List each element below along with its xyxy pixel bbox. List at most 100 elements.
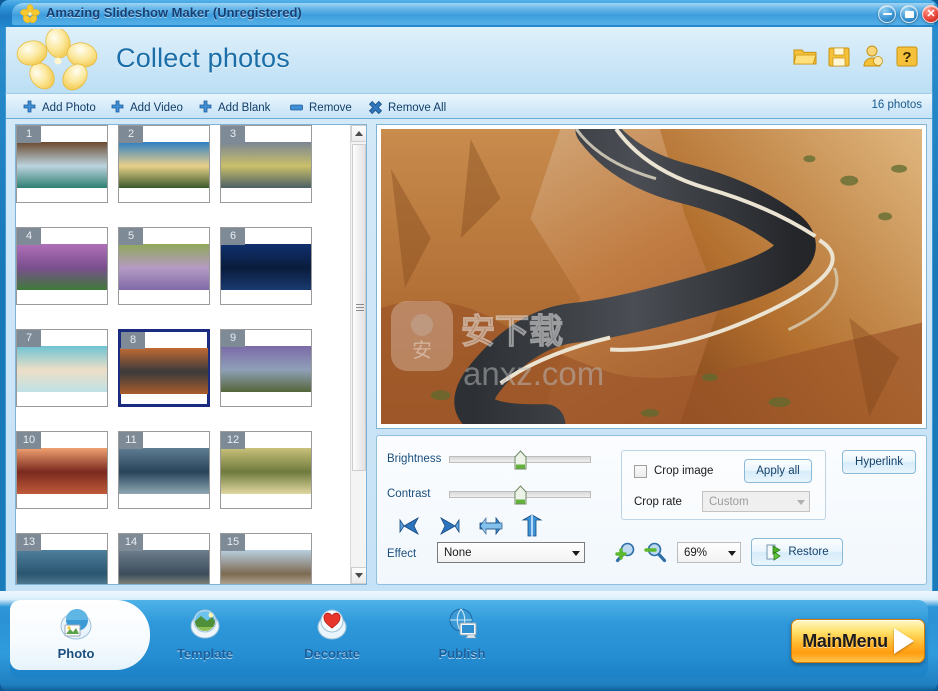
chevron-down-icon <box>572 550 580 556</box>
thumbnail-item[interactable]: 2 <box>118 125 210 203</box>
remove-all-button[interactable]: Remove All <box>368 98 446 117</box>
thumbnail-index-badge: 9 <box>221 330 245 347</box>
thumbnail-item[interactable]: 4 <box>16 227 108 305</box>
maximize-button[interactable] <box>900 5 918 23</box>
nav-tab-template-label: Template <box>176 646 234 661</box>
effect-dropdown[interactable]: None <box>437 542 585 563</box>
zoom-out-icon[interactable] <box>644 540 668 564</box>
thumbnail-image <box>17 142 107 188</box>
add-video-label: Add Video <box>130 101 183 114</box>
scroll-down-arrow-icon[interactable] <box>351 567 366 584</box>
title-bar: Amazing Slideshow Maker (Unregistered) ✕ <box>0 0 938 27</box>
thumbnail-index-badge: 2 <box>119 126 143 143</box>
brightness-slider[interactable] <box>449 450 591 470</box>
page-title: Collect photos <box>116 43 290 73</box>
main-menu-button[interactable]: MainMenu <box>791 619 925 663</box>
thumbnail-index-badge: 7 <box>17 330 41 347</box>
photo-count-label: 16 photos <box>871 99 922 111</box>
open-project-icon[interactable] <box>792 43 818 69</box>
register-user-icon[interactable] <box>860 43 886 69</box>
thumbnail-item[interactable]: 13 <box>16 533 108 584</box>
thumbnail-item[interactable]: 14 <box>118 533 210 584</box>
thumbnail-item[interactable]: 6 <box>220 227 312 305</box>
thumbnail-index-badge: 3 <box>221 126 245 143</box>
restore-icon <box>765 543 783 561</box>
remove-all-label: Remove All <box>388 101 447 114</box>
apply-all-button[interactable]: Apply all <box>744 459 812 483</box>
thumbnail-panel: 1 2 3 4 5 6 7 8 9 10 11 12 13 14 15 <box>15 124 367 585</box>
add-video-button[interactable]: Add Video <box>110 98 183 117</box>
thumbnail-item[interactable]: 10 <box>16 431 108 509</box>
thumbnail-item[interactable]: 9 <box>220 329 312 407</box>
flip-vertical-icon[interactable] <box>519 514 545 538</box>
flip-horizontal-icon[interactable] <box>478 514 504 538</box>
thumbnail-image <box>119 142 209 188</box>
crop-rate-value: Custom <box>709 495 749 508</box>
add-photo-button[interactable]: Add Photo <box>22 98 96 117</box>
thumbnail-image <box>17 448 107 494</box>
thumbnail-image <box>221 550 311 584</box>
zoom-in-icon[interactable] <box>614 540 638 564</box>
remove-button[interactable]: Remove <box>289 98 352 117</box>
play-arrow-icon <box>893 628 914 654</box>
thumbnail-item[interactable]: 3 <box>220 125 312 203</box>
hyperlink-button[interactable]: Hyperlink <box>842 450 916 474</box>
crop-rate-label: Crop rate <box>634 496 682 508</box>
preview-panel[interactable]: 安 安下载 anxz.com <box>376 124 927 429</box>
crop-group: Crop image Apply all Crop rate Custom <box>621 450 826 520</box>
restore-label: Restore <box>788 546 829 558</box>
thumbnail-item[interactable]: 11 <box>118 431 210 509</box>
thumbnail-scrollbar[interactable] <box>350 125 366 584</box>
scrollbar-thumb[interactable] <box>352 144 366 471</box>
scroll-up-arrow-icon[interactable] <box>351 125 366 142</box>
save-project-icon[interactable] <box>826 43 852 69</box>
rotate-left-icon[interactable] <box>396 514 422 538</box>
crop-image-checkbox[interactable] <box>634 465 647 478</box>
nav-tab-decorate[interactable]: Decorate <box>272 604 392 670</box>
brightness-label: Brightness <box>387 453 442 465</box>
plus-cross-icon <box>110 100 125 115</box>
thumbnail-item[interactable]: 1 <box>16 125 108 203</box>
crop-rate-dropdown: Custom <box>702 491 810 512</box>
thumbnail-index-badge: 5 <box>119 228 143 245</box>
thumbnail-index-badge: 4 <box>17 228 41 245</box>
thumbnail-item[interactable]: 8 <box>118 329 210 407</box>
photo-icon <box>56 604 96 644</box>
add-photo-label: Add Photo <box>42 101 96 114</box>
nav-tab-photo-label: Photo <box>57 646 95 661</box>
thumbnail-item[interactable]: 12 <box>220 431 312 509</box>
crop-image-label: Crop image <box>654 465 714 477</box>
nav-tab-photo[interactable]: Photo <box>16 604 136 670</box>
minimize-button[interactable] <box>878 5 896 23</box>
thumbnail-index-badge: 14 <box>119 534 143 551</box>
nav-tab-decorate-label: Decorate <box>304 646 360 661</box>
thumbnail-index-badge: 6 <box>221 228 245 245</box>
contrast-label: Contrast <box>387 488 431 500</box>
effect-value: None <box>444 546 472 559</box>
zoom-level-value: 69% <box>684 546 708 559</box>
svg-text:?: ? <box>902 49 911 66</box>
thumbnail-image <box>120 348 208 394</box>
thumbnail-item[interactable]: 15 <box>220 533 312 584</box>
thumbnail-item[interactable]: 5 <box>118 227 210 305</box>
chevron-down-icon <box>797 499 805 505</box>
help-icon[interactable]: ? <box>894 43 920 69</box>
minus-bar-icon <box>289 100 304 115</box>
thumbnail-image <box>221 448 311 494</box>
restore-button[interactable]: Restore <box>751 538 843 566</box>
contrast-slider-thumb[interactable] <box>514 485 527 505</box>
rotate-right-icon[interactable] <box>437 514 463 538</box>
thumbnail-grid: 1 2 3 4 5 6 7 8 9 10 11 12 13 14 15 <box>16 125 352 584</box>
thumbnail-item[interactable]: 7 <box>16 329 108 407</box>
close-button[interactable]: ✕ <box>922 5 938 23</box>
contrast-slider[interactable] <box>449 485 591 505</box>
zoom-level-dropdown[interactable]: 69% <box>677 542 741 563</box>
thumbnail-index-badge: 1 <box>17 126 41 143</box>
add-blank-button[interactable]: Add Blank <box>198 98 270 117</box>
nav-tab-publish[interactable]: Publish <box>402 604 522 670</box>
brightness-slider-thumb[interactable] <box>514 450 527 470</box>
thumbnail-image <box>119 550 209 584</box>
globe-icon <box>442 604 482 644</box>
nav-tab-template[interactable]: Template <box>145 604 265 670</box>
main-menu-label: MainMenu <box>802 630 888 651</box>
